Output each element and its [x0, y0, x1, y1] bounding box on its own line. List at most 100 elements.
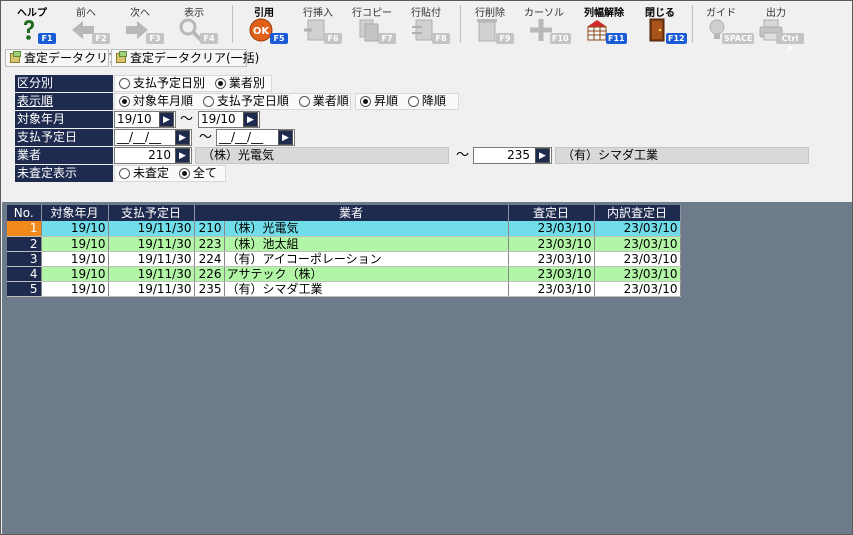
table-row[interactable]: 3 19/10 19/11/30 224 （有）アイコーポレーション 23/03/10 23… — [7, 251, 681, 267]
sort-radio-descending[interactable]: 降順 — [407, 94, 446, 109]
kubun-radio-vendor[interactable]: 業者別 — [214, 76, 265, 91]
toolbar-separator — [460, 5, 461, 43]
target-month-cell[interactable]: 19/10 — [41, 221, 109, 237]
payment-date-cell[interactable]: 19/11/30 — [108, 221, 195, 237]
delete-row-button[interactable]: 行削除 F9 — [464, 2, 516, 46]
kubun-radio-payment-date[interactable]: 支払予定日別 — [119, 76, 205, 91]
results-grid-area: No. 対象年月 支払予定日 業者 査定日 内訳査定日 1 19/10 19/11/… — [2, 202, 852, 534]
detail-assessment-date-cell[interactable]: 23/03/10 — [594, 281, 681, 297]
clear-assessment-button[interactable]: 査定データクリア — [5, 49, 120, 67]
detail-assessment-date-cell[interactable]: 23/03/10 — [594, 221, 681, 237]
order-radio-payment-date[interactable]: 支払予定日順 — [202, 94, 289, 109]
assessment-date-cell[interactable]: 23/03/10 — [508, 266, 595, 282]
range-tilde: 〜 — [199, 130, 213, 145]
vendor-code-cell[interactable]: 223 — [194, 236, 225, 252]
clear-assessment-label: 査定データクリア — [24, 51, 121, 65]
detail-assessment-date-cell[interactable]: 23/03/10 — [594, 251, 681, 267]
col-header-vendor[interactable]: 業者 — [194, 205, 509, 221]
target-month-cell[interactable]: 19/10 — [41, 251, 109, 267]
guide-button[interactable]: ガイド SPACE — [694, 2, 755, 46]
col-header-no[interactable]: No. — [7, 205, 42, 221]
f4-key-badge: F4 — [200, 33, 218, 44]
assessment-date-cell[interactable]: 23/03/10 — [508, 221, 595, 237]
vendor-name-cell[interactable]: （有）アイコーポレーション — [224, 251, 509, 267]
quote-button[interactable]: 引用 OK F5 — [238, 2, 290, 46]
table-row[interactable]: 1 19/10 19/11/30 210 （株）光電気 23/03/10 23/03/10 — [7, 221, 681, 237]
row-number-cell[interactable]: 1 — [7, 221, 42, 237]
vendor-code-cell[interactable]: 210 — [194, 221, 225, 237]
order-radio-target-month[interactable]: 対象年月順 — [119, 94, 193, 109]
close-button[interactable]: 閉じる F12 — [634, 2, 687, 46]
f7-key-badge: F7 — [378, 33, 396, 44]
vendor-from-picker-button[interactable]: ▶ — [175, 148, 190, 163]
col-header-assessment-date[interactable]: 査定日 — [508, 205, 595, 221]
copy-row-button[interactable]: 行コピー F7 — [346, 2, 398, 46]
vendor-code-cell[interactable]: 226 — [194, 266, 225, 282]
order-radio-vendor[interactable]: 業者順 — [298, 94, 349, 109]
range-tilde: 〜 — [180, 112, 194, 127]
target-month-cell[interactable]: 19/10 — [41, 236, 109, 252]
table-row[interactable]: 5 19/10 19/11/30 235 （有）シマダ工業 23/03/10 23/03/1… — [7, 281, 681, 297]
prev-button[interactable]: 前へ F2 — [60, 2, 112, 46]
vendor-from-name: （株）光電気 — [195, 147, 449, 164]
insert-row-button[interactable]: 行挿入 F6 — [292, 2, 344, 46]
results-grid: No. 対象年月 支払予定日 業者 査定日 内訳査定日 1 19/10 19/11/… — [7, 205, 681, 297]
vendor-code-cell[interactable]: 235 — [194, 281, 225, 297]
row-number-cell[interactable]: 3 — [7, 251, 42, 267]
f6-key-badge: F6 — [324, 33, 342, 44]
clear-assessment-all-button[interactable]: 査定データクリア(一括) — [111, 49, 259, 67]
unassessed-radio-all[interactable]: 全て — [178, 166, 217, 181]
payment-date-cell[interactable]: 19/11/30 — [108, 281, 195, 297]
unassessed-radio-group: 未査定 全て — [114, 165, 226, 182]
assessment-date-cell[interactable]: 23/03/10 — [508, 281, 595, 297]
detail-assessment-date-cell[interactable]: 23/03/10 — [594, 266, 681, 282]
detail-assessment-date-cell[interactable]: 23/03/10 — [594, 236, 681, 252]
row-number-cell[interactable]: 5 — [7, 281, 42, 297]
help-button[interactable]: ヘルプ F1 — [6, 2, 58, 46]
unassessed-radio-pending[interactable]: 未査定 — [119, 166, 169, 181]
payment-date-cell[interactable]: 19/11/30 — [108, 236, 195, 252]
f9-key-badge: F9 — [496, 33, 514, 44]
sort-radio-ascending[interactable]: 昇順 — [360, 94, 398, 109]
target-month-cell[interactable]: 19/10 — [41, 266, 109, 282]
vendor-to-name: （有）シマダ工業 — [555, 147, 809, 164]
col-header-target-month[interactable]: 対象年月 — [41, 205, 109, 221]
vendor-code-cell[interactable]: 224 — [194, 251, 225, 267]
display-order-label: 表示順 — [15, 93, 113, 110]
table-row[interactable]: 4 19/10 19/11/30 226 アサテック（株） 23/03/10 23/03/1… — [7, 266, 681, 282]
function-toolbar: ヘルプ F1 前へ F2 次へ F3 表示 F4 引用 OK F5 行挿入 F6… — [2, 2, 852, 54]
col-header-payment-date[interactable]: 支払予定日 — [108, 205, 195, 221]
vendor-name-cell[interactable]: （株）池太組 — [224, 236, 509, 252]
display-button[interactable]: 表示 F4 — [168, 2, 220, 46]
col-header-detail-assessment-date[interactable]: 内訳査定日 — [594, 205, 681, 221]
row-number-cell[interactable]: 4 — [7, 266, 42, 282]
paste-row-button[interactable]: 行貼付 F8 — [400, 2, 452, 46]
payment-date-cell[interactable]: 19/11/30 — [108, 266, 195, 282]
display-order-radio-group: 対象年月順 支払予定日順 業者順 — [114, 93, 351, 110]
output-button[interactable]: 出力 Ctrl P — [748, 2, 804, 54]
f5-key-badge: F5 — [270, 33, 288, 44]
next-button[interactable]: 次へ F3 — [114, 2, 166, 46]
clear-assessment-all-label: 査定データクリア(一括) — [130, 51, 260, 65]
kubun-label: 区分別 — [15, 75, 113, 92]
target-month-to-picker-button[interactable]: ▶ — [243, 112, 258, 127]
target-month-label: 対象年月 — [15, 111, 113, 128]
table-row[interactable]: 2 19/10 19/11/30 223 （株）池太組 23/03/10 23/03/10 — [7, 236, 681, 252]
vendor-name-cell[interactable]: アサテック（株） — [224, 266, 509, 282]
vendor-to-picker-button[interactable]: ▶ — [535, 148, 550, 163]
toolbar-separator — [232, 5, 233, 43]
row-number-cell[interactable]: 2 — [7, 236, 42, 252]
toolbar-separator — [692, 5, 693, 43]
cursor-button[interactable]: カーソル F10 — [518, 2, 571, 46]
vendor-name-cell[interactable]: （有）シマダ工業 — [224, 281, 509, 297]
payment-date-cell[interactable]: 19/11/30 — [108, 251, 195, 267]
target-month-cell[interactable]: 19/10 — [41, 281, 109, 297]
target-month-from-picker-button[interactable]: ▶ — [159, 112, 174, 127]
column-width-reset-button[interactable]: 列幅解除 F11 — [574, 2, 634, 46]
assessment-date-cell[interactable]: 23/03/10 — [508, 236, 595, 252]
payment-date-from-picker-button[interactable]: ▶ — [175, 130, 190, 145]
payment-date-to-picker-button[interactable]: ▶ — [278, 130, 293, 145]
assessment-date-cell[interactable]: 23/03/10 — [508, 251, 595, 267]
eraser-icon — [116, 51, 127, 63]
vendor-name-cell[interactable]: （株）光電気 — [224, 221, 509, 237]
